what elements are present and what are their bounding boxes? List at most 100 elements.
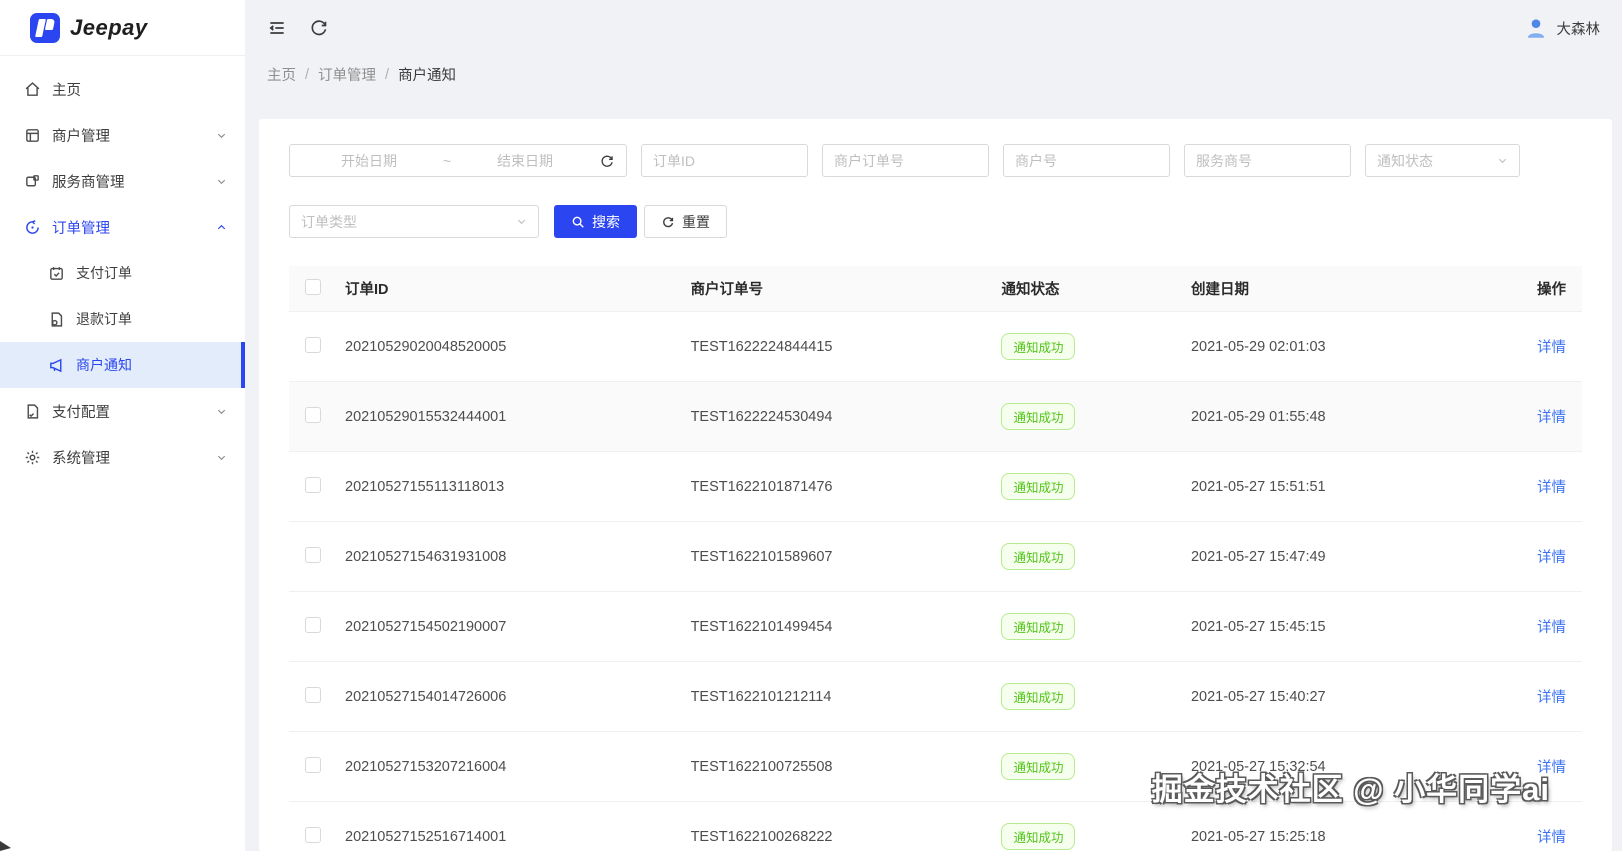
col-header-mch-order-no: 商户订单号 (674, 266, 986, 312)
mch-order-no-filter[interactable] (822, 144, 989, 177)
cell-created: 2021-05-27 15:45:15 (1174, 591, 1473, 662)
row-checkbox[interactable] (305, 616, 321, 633)
status-badge: 通知成功 (1001, 543, 1076, 570)
content-card: ~ 通知状态 (259, 119, 1612, 851)
select-all-checkbox[interactable] (305, 278, 321, 295)
chevron-down-icon (216, 406, 227, 417)
status-badge: 通知成功 (1001, 823, 1076, 850)
sidebar-item-label: 订单管理 (52, 220, 110, 237)
breadcrumb-separator: / (385, 66, 390, 83)
detail-link[interactable]: 详情 (1537, 830, 1566, 846)
col-header-created: 创建日期 (1174, 266, 1473, 312)
sidebar-item-pay-config[interactable]: 支付配置 (0, 388, 245, 434)
sidebar-item-merchant-mgmt[interactable]: 商户管理 (0, 112, 245, 158)
cell-order-id: 20210529020048520005 (329, 311, 675, 382)
row-checkbox[interactable] (305, 756, 321, 773)
status-badge: 通知成功 (1001, 473, 1076, 500)
sidebar-item-pay-orders[interactable]: 支付订单 (0, 250, 245, 296)
chevron-down-icon (516, 216, 527, 227)
date-range-picker[interactable]: ~ (289, 144, 627, 177)
cell-created: 2021-05-27 15:47:49 (1174, 521, 1473, 592)
notify-state-placeholder: 通知状态 (1377, 152, 1433, 169)
sidebar-item-label: 主页 (52, 82, 81, 99)
mouse-cursor-artifact (0, 841, 11, 851)
table-row: 20210527155113118013 TEST1622101871476 通… (289, 451, 1582, 522)
table-row: 20210529015532444001 TEST1622224530494 通… (289, 381, 1582, 452)
start-date-input[interactable] (301, 152, 437, 169)
status-badge: 通知成功 (1001, 753, 1076, 780)
sidebar-item-merchant-notify[interactable]: 商户通知 (0, 342, 245, 388)
cell-order-id: 20210527154631931008 (329, 521, 675, 592)
sidebar-item-label: 退款订单 (76, 311, 132, 327)
sidebar-item-label: 支付订单 (76, 265, 132, 281)
refresh-icon[interactable] (309, 18, 329, 38)
notify-state-select[interactable]: 通知状态 (1365, 144, 1520, 177)
row-checkbox[interactable] (305, 336, 321, 353)
order-id-filter[interactable] (641, 144, 808, 177)
detail-link[interactable]: 详情 (1537, 550, 1566, 566)
breadcrumb-item-current: 商户通知 (398, 68, 457, 84)
mch-no-input[interactable] (1015, 152, 1158, 169)
mch-no-filter[interactable] (1003, 144, 1170, 177)
table-row: 20210527154631931008 TEST1622101589607 通… (289, 521, 1582, 592)
chevron-up-icon (216, 222, 227, 233)
sidebar-item-isv-mgmt[interactable]: 服务商管理 (0, 158, 245, 204)
reset-button-label: 重置 (682, 213, 710, 230)
search-button-label: 搜索 (592, 213, 620, 230)
home-icon (24, 81, 41, 98)
detail-link[interactable]: 详情 (1537, 480, 1566, 496)
mch-order-no-input[interactable] (834, 152, 977, 169)
sidebar-item-refund-orders[interactable]: 退款订单 (0, 296, 245, 342)
logo[interactable]: Jeepay (0, 0, 245, 56)
menu-fold-icon[interactable] (267, 18, 287, 38)
detail-link[interactable]: 详情 (1537, 620, 1566, 636)
user-menu[interactable]: 大森林 (1523, 15, 1600, 41)
row-checkbox[interactable] (305, 826, 321, 843)
sidebar-item-label: 商户通知 (76, 357, 132, 373)
sidebar-item-order-mgmt[interactable]: 订单管理 (0, 204, 245, 250)
status-badge: 通知成功 (1001, 403, 1076, 430)
row-checkbox[interactable] (305, 546, 321, 563)
order-id-input[interactable] (653, 152, 796, 169)
isv-no-input[interactable] (1196, 152, 1339, 169)
sidebar-item-label: 系统管理 (52, 450, 110, 467)
cell-mch-order-no: TEST1622101499454 (674, 591, 986, 662)
gear-icon (24, 449, 41, 466)
order-type-select[interactable]: 订单类型 (289, 205, 539, 238)
detail-link[interactable]: 详情 (1537, 690, 1566, 706)
row-checkbox[interactable] (305, 686, 321, 703)
row-checkbox[interactable] (305, 406, 321, 423)
reset-button[interactable]: 重置 (644, 205, 727, 238)
chevron-down-icon (216, 176, 227, 187)
sidebar-item-system-mgmt[interactable]: 系统管理 (0, 434, 245, 480)
sync-icon (24, 219, 41, 236)
end-date-input[interactable] (457, 152, 593, 169)
sidebar-item-label: 服务商管理 (52, 174, 125, 191)
swap-refresh-icon[interactable] (599, 153, 615, 169)
watermark-text: 掘金技术社区 @ 小华同学ai (1151, 772, 1550, 807)
isv-no-filter[interactable] (1184, 144, 1351, 177)
carryout-icon (48, 265, 65, 282)
table-row: 20210527154014726006 TEST1622101212114 通… (289, 661, 1582, 732)
cell-mch-order-no: TEST1622100268222 (674, 801, 986, 851)
search-button[interactable]: 搜索 (554, 205, 637, 238)
cell-mch-order-no: TEST1622224844415 (674, 311, 986, 382)
detail-link[interactable]: 详情 (1537, 340, 1566, 356)
detail-link[interactable]: 详情 (1537, 410, 1566, 426)
col-header-order-id: 订单ID (329, 266, 675, 312)
sidebar: Jeepay 主页 商户管理 服务商管理 订单管理 支付订单 退款订单 商户通知… (0, 0, 245, 851)
topbar: 大森林 (245, 0, 1622, 56)
cell-order-id: 20210527152516714001 (329, 801, 675, 851)
cell-created: 2021-05-29 02:01:03 (1174, 311, 1473, 382)
table-row: 20210527154502190007 TEST1622101499454 通… (289, 591, 1582, 662)
breadcrumb-item-order-mgmt[interactable]: 订单管理 (318, 64, 376, 85)
avatar (1523, 15, 1549, 41)
cell-mch-order-no: TEST1622101589607 (674, 521, 986, 592)
status-badge: 通知成功 (1001, 613, 1076, 640)
row-checkbox[interactable] (305, 476, 321, 493)
sidebar-item-home[interactable]: 主页 (0, 66, 245, 112)
breadcrumb-item-home[interactable]: 主页 (267, 64, 296, 85)
main-menu: 主页 商户管理 服务商管理 订单管理 支付订单 退款订单 商户通知 支付配置 系… (0, 56, 245, 480)
table-row: 20210529020048520005 TEST1622224844415 通… (289, 311, 1582, 382)
status-badge: 通知成功 (1001, 683, 1076, 710)
